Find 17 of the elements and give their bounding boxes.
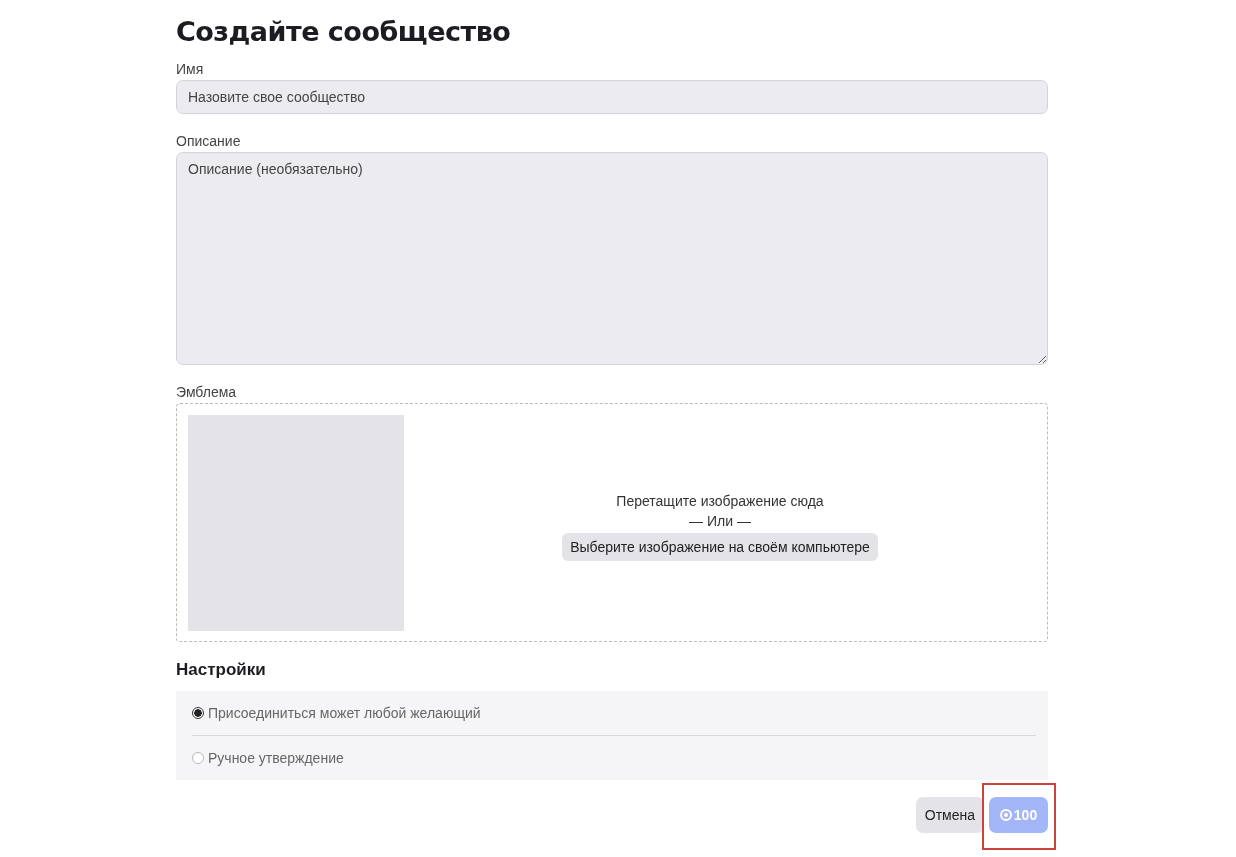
option-label[interactable]: Присоединиться может любой желающий: [208, 705, 481, 721]
field-label: Эмблема: [176, 384, 238, 400]
radio-button[interactable]: [192, 707, 204, 719]
field-label: Имя: [176, 61, 205, 77]
cancel-button[interactable]: Отмена: [915, 797, 984, 833]
drop-hint: Перетащите изображение сюда: [616, 492, 824, 509]
radio-button[interactable]: [192, 752, 204, 764]
description-input-field[interactable]: Описание (необязательно): [176, 152, 1048, 365]
image-drop-zone[interactable]: Перетащите изображение сюда — Или — Выберите изображение на своём компьютере: [176, 403, 1048, 642]
or-separator: — Или —: [689, 512, 751, 529]
field-label: Описание: [176, 133, 242, 149]
coin-icon: [999, 809, 1012, 821]
choose-image-button[interactable]: Выберите изображение на своём компьютере: [562, 532, 878, 561]
page-title: Создайте сообщество: [176, 16, 512, 47]
settings-heading: Настройки: [176, 660, 267, 680]
name-input-field[interactable]: Назовите свое сообщество: [176, 80, 1048, 114]
option-label[interactable]: Ручное утверждение: [208, 750, 344, 766]
